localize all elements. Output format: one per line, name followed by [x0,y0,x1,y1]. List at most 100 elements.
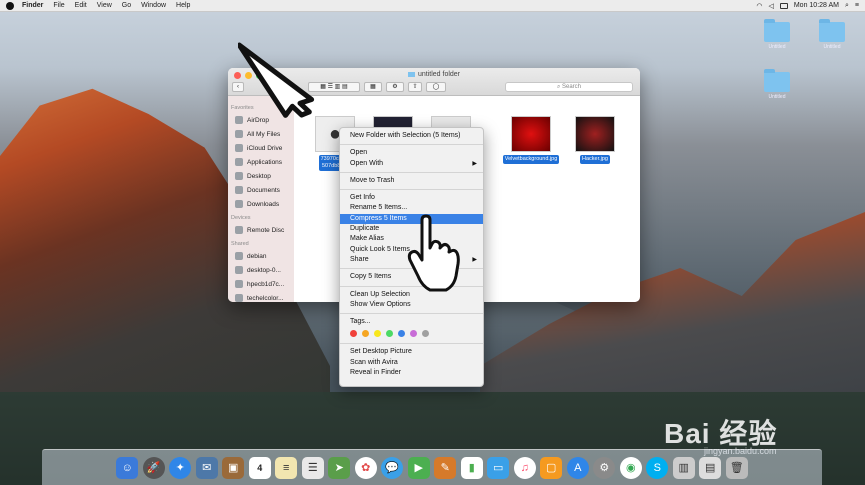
keynote-dock-icon[interactable]: ▭ [487,456,510,479]
menu-separator [340,313,483,315]
pages-dock-icon[interactable]: ✎ [434,456,457,479]
sidebar-item-shared[interactable]: desktop-0... [228,263,294,277]
sidebar-item-icloud[interactable]: iCloud Drive [228,141,294,155]
tag-yellow[interactable] [374,330,381,338]
facetime-dock-icon[interactable]: ▶ [407,456,430,479]
trash-dock-icon[interactable]: 🗑 [725,456,748,479]
apple-menu-icon[interactable] [6,1,14,10]
calendar-dock-icon[interactable]: 4 [248,456,271,479]
menu-bar: Finder File Edit View Go Window Help ◠ ◁… [0,0,865,12]
sidebar-item-shared[interactable]: techelcolor... [228,291,294,302]
menu-view[interactable]: View [97,2,112,9]
folder-icon [819,19,845,42]
chrome-dock-icon[interactable]: ◉ [619,456,642,479]
tag-red[interactable] [350,330,357,338]
contacts-dock-icon[interactable]: ▣ [222,456,245,479]
computer-icon [235,252,243,260]
applications-icon [235,158,243,166]
tag-gray[interactable] [422,330,429,338]
notes-dock-icon[interactable]: ≡ [275,456,298,479]
itunes-dock-icon[interactable]: ♫ [513,456,536,479]
ibooks-dock-icon[interactable]: ▢ [540,456,563,479]
tag-purple[interactable] [410,330,417,338]
mail-dock-icon[interactable]: ✉ [195,456,218,479]
sidebar-item-downloads[interactable]: Downloads [228,197,294,211]
menubar-clock[interactable]: Mon 10:28 AM [794,2,839,9]
menu-item-set-desktop-picture[interactable]: Set Desktop Picture [340,347,483,357]
sidebar-item-all-my-files[interactable]: All My Files [228,127,294,141]
downloads-stack-dock-icon[interactable]: ▥ [672,456,695,479]
spotlight-icon[interactable]: ⌕ [845,2,849,10]
image-icon [575,116,615,152]
maps-dock-icon[interactable]: ➤ [328,456,351,479]
sidebar-item-shared[interactable]: debian [228,249,294,263]
image-icon [511,116,551,152]
volume-icon[interactable]: ◁ [768,2,773,10]
menu-item-show-view-options[interactable]: Show View Options [340,300,483,310]
menu-go[interactable]: Go [122,2,131,9]
reminders-dock-icon[interactable]: ☰ [301,456,324,479]
sidebar-item-label: Documents [247,186,280,194]
sidebar-item-applications[interactable]: Applications [228,155,294,169]
menu-item-label: Open With [350,159,384,167]
desktop-folder[interactable]: Untitled [757,19,797,50]
menu-file[interactable]: File [53,2,64,9]
action-gear-button[interactable]: ⚙ [386,82,404,92]
menu-item-open-with[interactable]: Open With ▶ [340,159,483,169]
messages-dock-icon[interactable]: 💬 [381,456,404,479]
finder-dock-icon[interactable]: ☺ [116,456,139,479]
sidebar-item-documents[interactable]: Documents [228,183,294,197]
disc-icon [235,226,243,234]
sidebar-item-desktop[interactable]: Desktop [228,169,294,183]
menu-help[interactable]: Help [176,2,190,9]
menu-item-get-info[interactable]: Get Info [340,193,483,203]
menu-item-open[interactable]: Open [340,148,483,158]
menu-edit[interactable]: Edit [75,2,87,9]
sidebar-item-remote-disc[interactable]: Remote Disc [228,223,294,237]
desktop-folder-label: Untitled [768,94,786,100]
launchpad-dock-icon[interactable]: 🚀 [142,456,165,479]
arrow-pointer-icon [238,42,315,118]
sidebar-item-label: All My Files [247,130,281,138]
submenu-arrow-icon: ▶ [472,256,477,263]
menu-item-scan-with-avira[interactable]: Scan with Avira [340,358,483,368]
file-item[interactable]: Hacker.jpg [568,116,622,164]
sidebar-item-label: Applications [247,158,283,166]
documents-stack-dock-icon[interactable]: ▤ [699,456,722,479]
menu-item-move-to-trash[interactable]: Move to Trash [340,176,483,186]
menu-separator [340,144,483,146]
menu-app-name[interactable]: Finder [22,2,43,9]
tags-button[interactable]: ◯ [426,82,446,92]
tag-green[interactable] [386,330,393,338]
battery-icon[interactable] [779,2,788,9]
desktop-folder[interactable]: Untitled [812,19,852,50]
files-icon [235,130,243,138]
menu-item-new-folder-with-selection[interactable]: New Folder with Selection (5 Items) [340,131,483,141]
menu-item-tags[interactable]: Tags... [340,317,483,327]
file-item[interactable]: Velvetbackground.jpg [500,116,562,164]
share-button[interactable]: ⇧ [408,82,422,92]
sidebar-header-devices: Devices [231,215,251,221]
menu-window[interactable]: Window [141,2,166,9]
folder-icon [764,69,790,92]
sidebar-item-shared[interactable]: hpecb1d7c... [228,277,294,291]
tag-orange[interactable] [362,330,369,338]
skype-dock-icon[interactable]: S [646,456,669,479]
photos-dock-icon[interactable]: ✿ [354,456,377,479]
app-store-dock-icon[interactable]: A [566,456,589,479]
menu-item-rename[interactable]: Rename 5 Items... [340,203,483,213]
menu-item-reveal-in-finder[interactable]: Reveal in Finder [340,368,483,378]
desktop-folder[interactable]: Untitled [757,69,797,100]
arrange-button[interactable]: ▦ [364,82,382,92]
window-title-text: untitled folder [417,71,461,78]
notification-center-icon[interactable]: ≡ [855,2,859,9]
system-preferences-dock-icon[interactable]: ⚙ [593,456,616,479]
tag-blue[interactable] [398,330,405,338]
safari-dock-icon[interactable]: ✦ [169,456,192,479]
tag-colors [340,327,483,340]
search-field[interactable]: ⌕ Search [505,82,633,92]
menu-separator [340,343,483,345]
wifi-icon[interactable]: ◠ [756,2,762,10]
sidebar-item-label: hpecb1d7c... [247,280,285,288]
numbers-dock-icon[interactable]: ▮ [460,456,483,479]
